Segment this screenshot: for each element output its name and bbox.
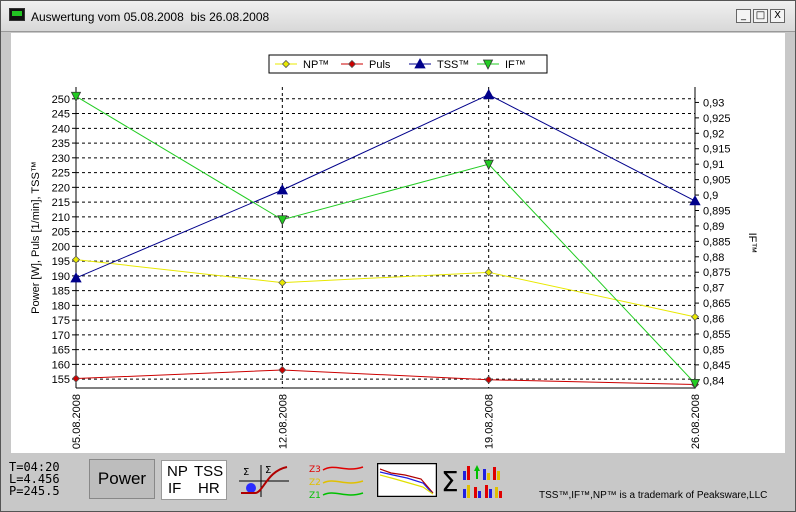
data-point-2 (689, 195, 701, 206)
metrics-button[interactable]: NP TSS IF HR (161, 460, 227, 500)
y-tick-label-right: 0,865 (703, 298, 731, 310)
y-tick-label-right: 0,9 (703, 190, 718, 202)
trademark-note: TSS™,IF™,NP™ is a trademark of Peaksware… (539, 490, 768, 501)
y-tick-label-left: 200 (52, 241, 70, 253)
zone1-label: Z1 (309, 491, 321, 499)
y-axis-label-left: Power [W], Puls [1/min], TSS™ (30, 161, 42, 314)
x-tick-label: 05.08.2008 (71, 394, 83, 449)
summary-bars-icon[interactable]: Σ (441, 461, 517, 501)
np-label: NP (167, 463, 188, 480)
y-tick-label-left: 195 (52, 256, 70, 268)
y-tick-label-left: 180 (52, 300, 70, 312)
y-tick-label-right: 0,925 (703, 113, 731, 125)
y-tick-label-right: 0,93 (703, 97, 724, 109)
series-line-1 (75, 369, 696, 385)
title-bar[interactable]: Auswertung vom 05.08.2008 bis 26.08.2008… (1, 1, 795, 32)
y-tick-label-right: 0,88 (703, 252, 724, 264)
data-point-2 (482, 88, 495, 100)
legend-label-1: Puls (369, 59, 391, 71)
series-line-3 (75, 95, 696, 384)
hr-label: HR (198, 480, 220, 497)
zones-chart-icon[interactable]: Z3 Z2 Z1 (309, 461, 365, 499)
app-window: Auswertung vom 05.08.2008 bis 26.08.2008… (0, 0, 796, 512)
data-point-2 (276, 184, 289, 195)
y-tick-label-left: 170 (52, 330, 70, 342)
data-point-0 (484, 268, 493, 277)
data-point-0 (690, 312, 700, 321)
data-point-2 (70, 272, 82, 283)
bottom-toolbar: T=04:20 L=4.456 P=245.5 Power NP TSS IF … (1, 455, 795, 511)
y-tick-label-left: 245 (52, 109, 70, 121)
tss-label: TSS (194, 463, 224, 480)
y-tick-label-left: 155 (52, 374, 70, 386)
power-stat: P=245.5 (9, 484, 60, 498)
y-tick-label-right: 0,845 (703, 360, 731, 372)
distribution-chart-icon[interactable] (377, 463, 437, 497)
y-tick-label-right: 0,89 (703, 221, 724, 233)
x-tick-label: 19.08.2008 (484, 394, 496, 449)
y-tick-label-left: 235 (52, 138, 70, 150)
y-tick-label-left: 205 (52, 227, 70, 239)
legend-label-3: IF™ (505, 59, 526, 71)
y-tick-label-right: 0,875 (703, 267, 731, 279)
series-line-2 (75, 94, 696, 279)
y-axis-label-right: IF™ (746, 233, 758, 254)
y-tick-label-left: 210 (52, 212, 70, 224)
y-tick-label-left: 175 (52, 315, 70, 327)
y-tick-label-left: 230 (52, 153, 70, 165)
y-tick-label-right: 0,905 (703, 175, 731, 187)
data-point-1 (484, 375, 493, 384)
y-tick-label-right: 0,915 (703, 144, 731, 156)
data-point-0 (71, 255, 81, 264)
zone2-label: Z2 (309, 478, 321, 488)
data-point-0 (278, 278, 287, 287)
y-tick-label-right: 0,87 (703, 283, 724, 295)
sigma-symbol-right: Σ (265, 465, 271, 476)
sigma-symbol-sum: Σ (441, 465, 459, 498)
y-tick-label-left: 240 (52, 123, 70, 135)
maximize-button[interactable]: □ (753, 9, 768, 23)
y-tick-label-right: 0,855 (703, 329, 731, 341)
y-tick-label-right: 0,91 (703, 159, 724, 171)
minimize-button[interactable]: _ (736, 9, 751, 23)
data-point-3 (277, 215, 288, 226)
data-point-1 (71, 374, 81, 383)
series-line-0 (75, 259, 696, 318)
y-tick-label-left: 220 (52, 182, 70, 194)
if-label: IF (168, 480, 182, 497)
y-tick-label-left: 225 (52, 168, 70, 180)
y-tick-label-left: 190 (52, 271, 70, 283)
y-tick-label-left: 250 (52, 94, 70, 106)
stats-readout: T=04:20 L=4.456 P=245.5 (9, 461, 60, 497)
y-tick-label-right: 0,85 (703, 344, 724, 356)
data-point-3 (70, 91, 82, 103)
y-tick-label-right: 0,885 (703, 236, 731, 248)
sigma-symbol-left: Σ (243, 467, 249, 478)
legend-label-0: NP™ (303, 59, 329, 71)
power-button[interactable]: Power (89, 459, 155, 499)
cumulative-curve-icon[interactable]: Σ Σ (237, 461, 293, 499)
chart-panel: 155 160 165 170 175 180 185 190 195 200 205 210 215 2… (11, 33, 785, 453)
y-tick-label-right: 0,92 (703, 128, 724, 140)
zone3-label: Z3 (309, 465, 321, 475)
app-icon (9, 8, 25, 21)
y-tick-label-right: 0,86 (703, 314, 724, 326)
y-tick-label-right: 0,84 (703, 375, 724, 387)
x-tick-label: 12.08.2008 (277, 394, 289, 449)
y-tick-label-left: 165 (52, 345, 70, 357)
legend-label-2: TSS™ (437, 59, 469, 71)
y-tick-label-left: 160 (52, 359, 70, 371)
y-tick-label-left: 215 (52, 197, 70, 209)
data-point-1 (278, 365, 287, 375)
x-tick-label: 26.08.2008 (690, 394, 702, 449)
chart: 155 160 165 170 175 180 185 190 195 200 205 210 215 2… (30, 54, 758, 449)
close-button[interactable]: X (770, 9, 785, 23)
window-title: Auswertung vom 05.08.2008 bis 26.08.2008 (31, 10, 270, 24)
y-tick-label-left: 185 (52, 286, 70, 298)
y-tick-label-right: 0,895 (703, 205, 731, 217)
